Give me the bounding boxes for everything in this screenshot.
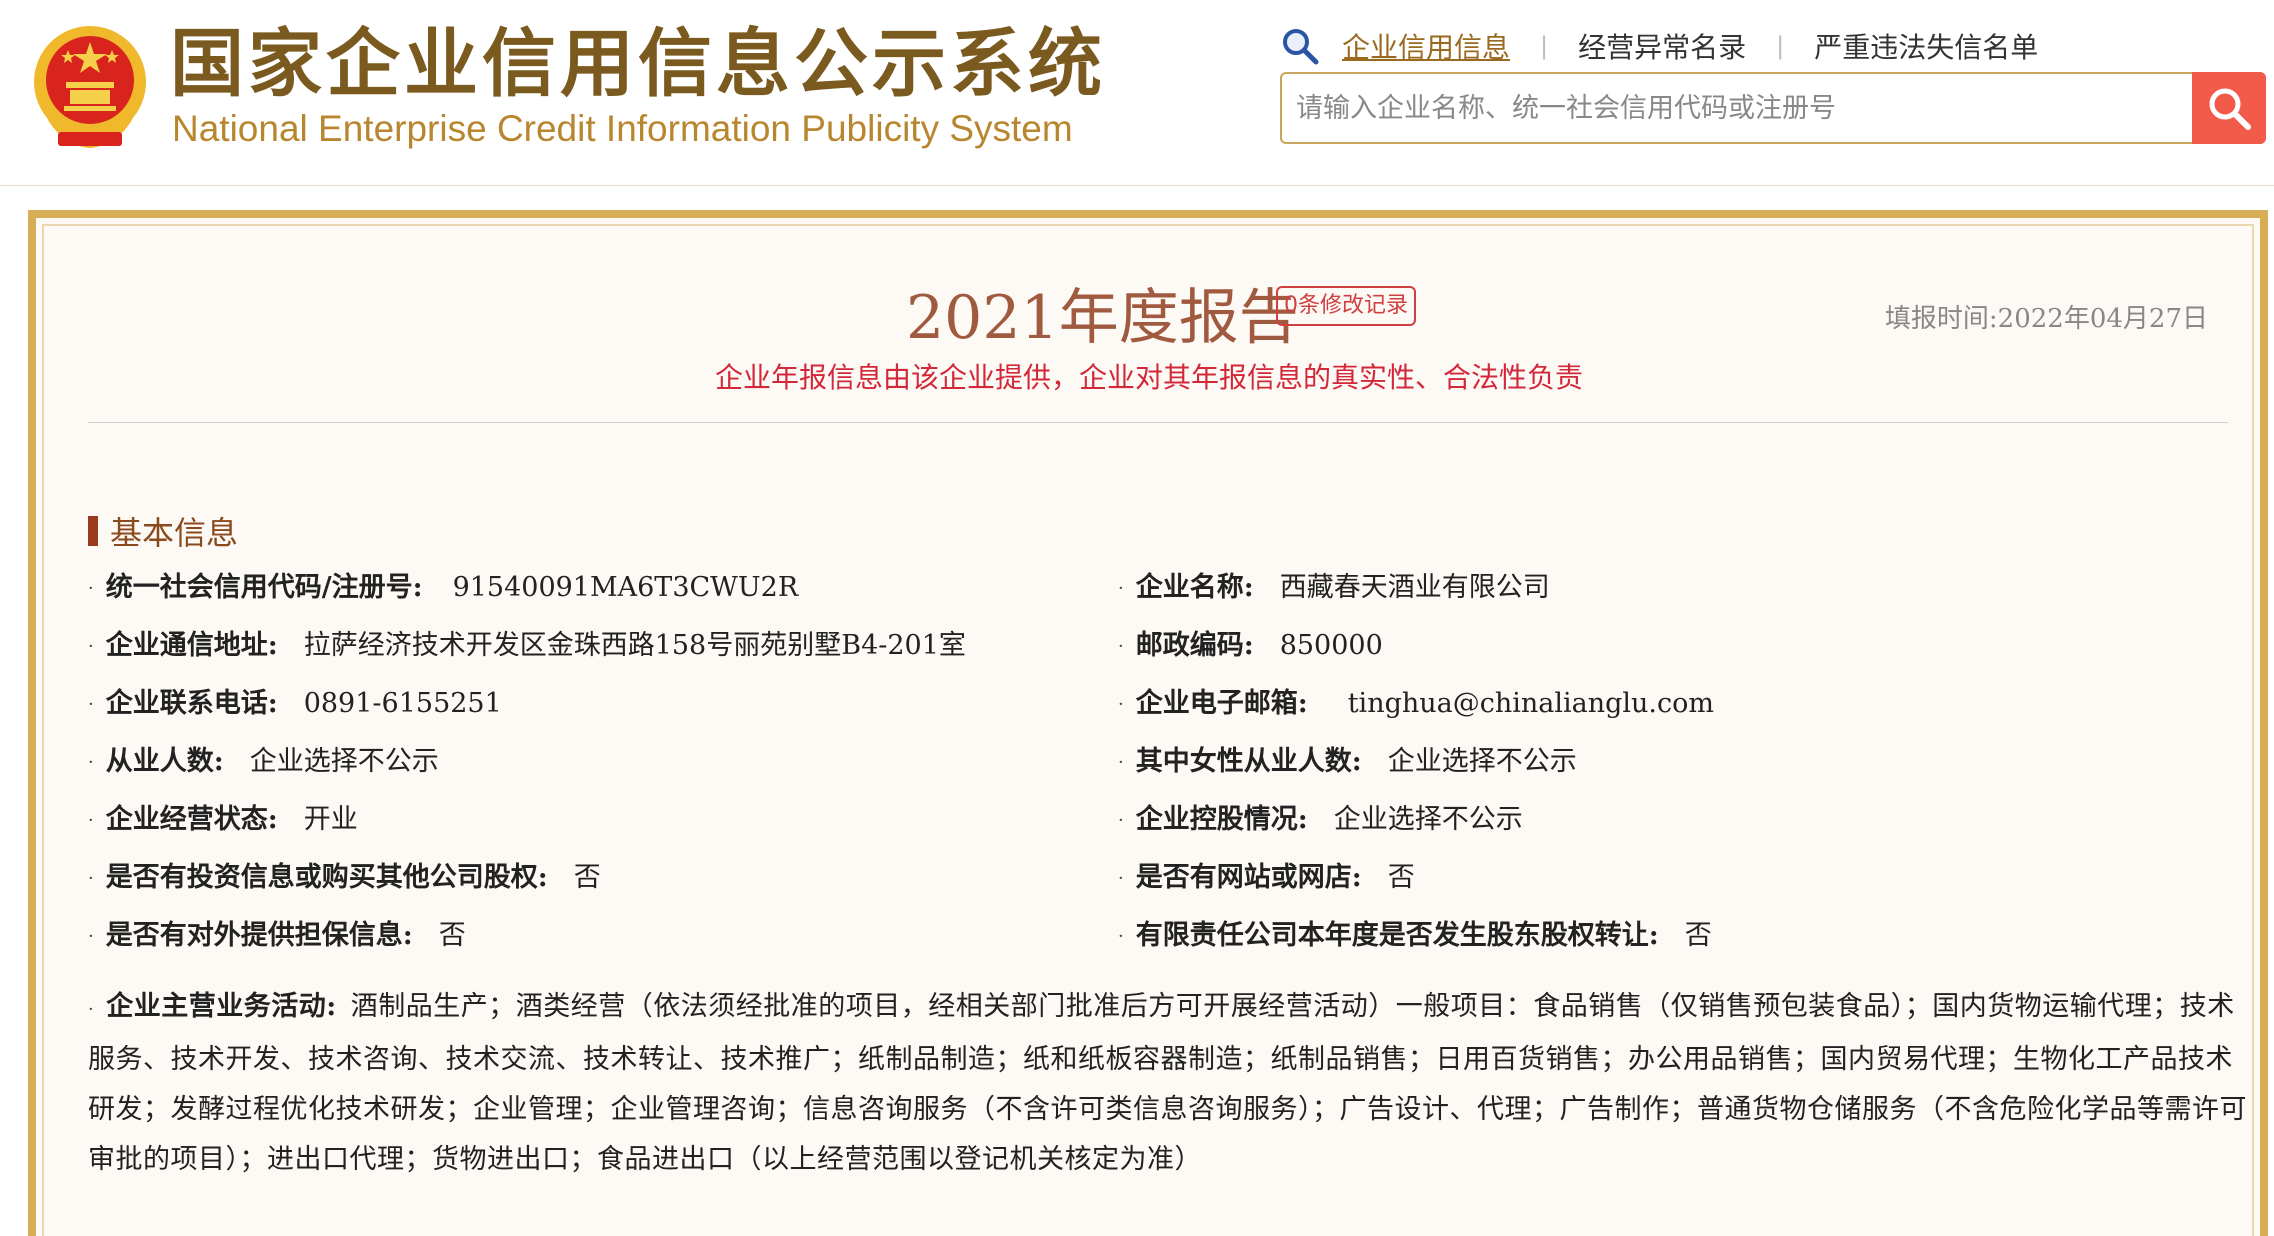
bullet: · — [1118, 635, 1124, 657]
info-label: 企业通信地址: — [105, 630, 278, 661]
bullet: · — [88, 925, 94, 947]
annual-report-panel: 2021年度报告 0条修改记录 填报时间:2022年04月27日 企业年报信息由… — [28, 210, 2268, 1236]
bullet: · — [88, 867, 94, 889]
national-emblem-icon — [34, 26, 146, 148]
info-value: 西藏春天酒业有限公司 — [1279, 572, 1550, 603]
search-box — [1280, 72, 2266, 144]
link-enterprise-credit-info[interactable]: 企业信用信息 — [1342, 26, 1510, 66]
bullet: · — [1118, 867, 1124, 889]
bullet: · — [1118, 577, 1124, 599]
info-row-website: · 是否有网站或网店: 否 — [1118, 858, 1415, 899]
link-serious-violation-list[interactable]: 严重违法失信名单 — [1814, 26, 2038, 66]
report-title: 2021年度报告 — [906, 283, 1299, 353]
magnifier-icon — [1283, 29, 1319, 65]
info-row-credit-code: · 统一社会信用代码/注册号: 91540091MA6T3CWU2R — [88, 568, 798, 609]
search-button[interactable] — [2192, 72, 2266, 144]
info-label: 是否有对外提供担保信息: — [105, 920, 413, 951]
modify-record-badge[interactable]: 0条修改记录 — [1276, 286, 1416, 326]
info-label: 统一社会信用代码/注册号: — [105, 572, 423, 603]
info-row-company-name: · 企业名称: 西藏春天酒业有限公司 — [1118, 568, 1550, 609]
info-label: 企业经营状态: — [105, 804, 278, 835]
bullet: · — [88, 999, 95, 1020]
info-value: 否 — [573, 862, 601, 893]
info-row-employees: · 从业人数: 企业选择不公示 — [88, 742, 439, 783]
section-label: 基本信息 — [110, 514, 239, 552]
bullet: · — [88, 577, 94, 599]
link-separator: | — [1776, 32, 1785, 60]
section-title-basic-info: 基本信息 — [88, 508, 238, 554]
info-value: tinghua@chinalianglu.com — [1347, 688, 1714, 719]
link-separator: | — [1540, 32, 1549, 60]
bullet: · — [88, 751, 94, 773]
info-label: 有限责任公司本年度是否发生股东股权转让: — [1135, 920, 1659, 951]
info-value: 开业 — [303, 804, 358, 835]
bullet: · — [88, 635, 94, 657]
bullet: · — [1118, 809, 1124, 831]
site-header: 国家企业信用信息公示系统 National Enterprise Credit … — [0, 0, 2274, 186]
fill-time: 填报时间:2022年04月27日 — [1884, 304, 2208, 334]
link-abnormal-operation-list[interactable]: 经营异常名录 — [1578, 26, 1746, 66]
info-value: 否 — [1684, 920, 1712, 951]
report-disclaimer: 企业年报信息由该企业提供，企业对其年报信息的真实性、合法性负责 — [714, 361, 1583, 394]
info-row-female-employees: · 其中女性从业人数: 企业选择不公示 — [1118, 742, 1577, 783]
site-subtitle: National Enterprise Credit Information P… — [172, 108, 1073, 149]
info-value: 企业选择不公示 — [1333, 804, 1523, 835]
info-row-guarantee: · 是否有对外提供担保信息: 否 — [88, 916, 466, 957]
info-label: 企业主营业务活动: — [106, 991, 337, 1022]
info-label: 是否有网站或网店: — [1135, 862, 1362, 893]
bullet: · — [1118, 693, 1124, 715]
info-label: 其中女性从业人数: — [1135, 746, 1362, 777]
info-row-postcode: · 邮政编码: 850000 — [1118, 626, 1383, 667]
site-title: 国家企业信用信息公示系统 — [170, 21, 1106, 107]
info-label: 企业电子邮箱: — [1135, 688, 1308, 719]
info-label: 企业联系电话: — [105, 688, 278, 719]
info-value: 850000 — [1279, 630, 1383, 661]
info-row-investment: · 是否有投资信息或购买其他公司股权: 否 — [88, 858, 601, 899]
search-input[interactable] — [1296, 74, 2076, 142]
section-marker — [88, 516, 98, 546]
info-value: 拉萨经济技术开发区金珠西路158号丽苑别墅B4-201室 — [303, 630, 966, 661]
bullet: · — [1118, 925, 1124, 947]
info-row-phone: · 企业联系电话: 0891-6155251 — [88, 684, 502, 725]
info-value: 酒制品生产；酒类经营（依法须经批准的项目，经相关部门批准后方可开展经营活动）一般… — [88, 991, 2247, 1175]
bullet: · — [1118, 751, 1124, 773]
search-category-links: 企业信用信息 | 经营异常名录 | 严重违法失信名单 — [1280, 24, 2038, 68]
divider — [88, 422, 2228, 423]
annual-report-inner: 2021年度报告 0条修改记录 填报时间:2022年04月27日 企业年报信息由… — [42, 224, 2254, 1236]
info-label: 企业名称: — [1135, 572, 1254, 603]
info-label: 企业控股情况: — [1135, 804, 1308, 835]
info-row-business-activity: · 企业主营业务活动: 酒制品生产；酒类经营（依法须经批准的项目，经相关部门批准后方… — [88, 982, 2248, 1185]
info-value: 否 — [1387, 862, 1415, 893]
info-row-address: · 企业通信地址: 拉萨经济技术开发区金珠西路158号丽苑别墅B4-201室 — [88, 626, 966, 667]
info-value: 0891-6155251 — [303, 688, 502, 719]
search-icon — [2209, 88, 2251, 130]
info-label: 从业人数: — [105, 746, 224, 777]
bullet: · — [88, 693, 94, 715]
info-value: 91540091MA6T3CWU2R — [452, 572, 799, 603]
info-row-equity-transfer: · 有限责任公司本年度是否发生股东股权转让: 否 — [1118, 916, 1712, 957]
info-label: 邮政编码: — [1135, 630, 1254, 661]
info-value: 否 — [438, 920, 466, 951]
info-value: 企业选择不公示 — [249, 746, 439, 777]
info-row-operating-status: · 企业经营状态: 开业 — [88, 800, 358, 841]
info-label: 是否有投资信息或购买其他公司股权: — [105, 862, 548, 893]
info-value: 企业选择不公示 — [1387, 746, 1577, 777]
bullet: · — [88, 809, 94, 831]
info-row-holding-status: · 企业控股情况: 企业选择不公示 — [1118, 800, 1523, 841]
info-row-email: · 企业电子邮箱: tinghua@chinalianglu.com — [1118, 684, 1714, 725]
